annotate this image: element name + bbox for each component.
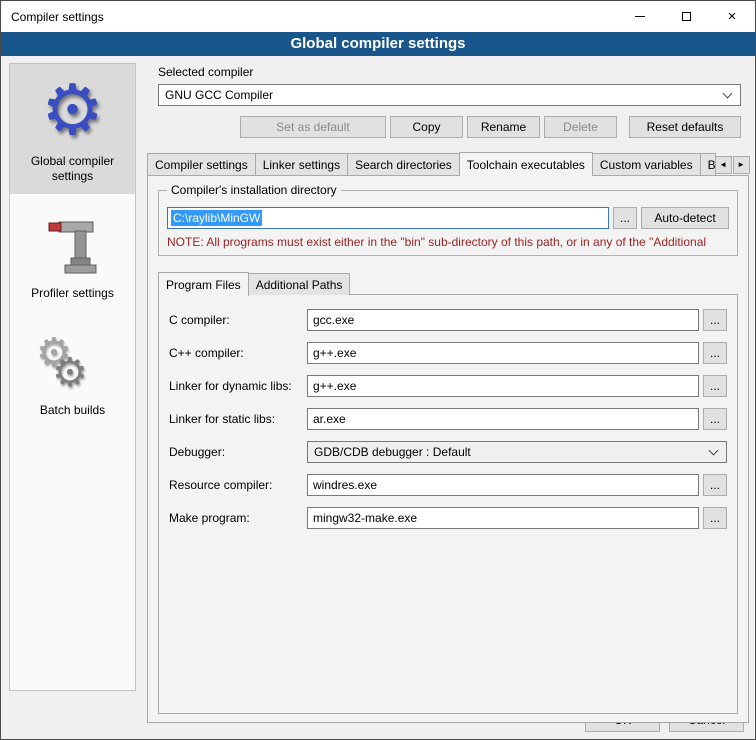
right-arrow-icon: ► (737, 160, 745, 169)
c-compiler-label: C compiler: (169, 313, 307, 327)
left-arrow-icon: ◄ (719, 160, 727, 169)
autodetect-button[interactable]: Auto-detect (641, 207, 729, 229)
static-linker-input[interactable] (307, 408, 699, 430)
maximize-button[interactable] (663, 1, 709, 32)
sidebar-item-batch-builds[interactable]: ⚙ ⚙ Batch builds (10, 325, 135, 428)
make-program-input[interactable] (307, 507, 699, 529)
tab-build-options[interactable]: Builc (700, 153, 716, 175)
field-row-static-linker: Linker for static libs: ... (169, 408, 727, 430)
dynamic-linker-browse-button[interactable]: ... (703, 375, 727, 397)
sidebar-item-label: Profiler settings (12, 286, 133, 301)
window-title: Compiler settings (1, 10, 617, 24)
sidebar-item-label: Global compiler settings (12, 154, 133, 184)
install-dir-value: C:\raylib\MinGW (171, 210, 262, 226)
sidebar-item-profiler-settings[interactable]: Profiler settings (10, 208, 135, 311)
installation-directory-group: Compiler's installation directory C:\ray… (158, 190, 738, 256)
compiler-settings-dialog: Compiler settings × Global compiler sett… (0, 0, 756, 740)
field-row-c-compiler: C compiler: ... (169, 309, 727, 331)
install-dir-input[interactable]: C:\raylib\MinGW (167, 207, 609, 229)
tab-search-directories[interactable]: Search directories (347, 153, 460, 175)
tab-compiler-settings[interactable]: Compiler settings (147, 153, 256, 175)
tab-custom-variables[interactable]: Custom variables (592, 153, 701, 175)
debugger-value: GDB/CDB debugger : Default (314, 445, 704, 459)
profiler-clamp-icon (45, 218, 101, 278)
settings-category-sidebar: ⚙ Global compiler settings Profiler sett… (9, 63, 136, 691)
debugger-label: Debugger: (169, 445, 307, 459)
field-row-resource-compiler: Resource compiler: ... (169, 474, 727, 496)
cpp-compiler-input[interactable] (307, 342, 699, 364)
dynamic-linker-label: Linker for dynamic libs: (169, 379, 307, 393)
tab-scroll-left-button[interactable]: ◄ (715, 156, 732, 174)
blue-gear-icon: ⚙ (41, 75, 104, 145)
resource-compiler-label: Resource compiler: (169, 478, 307, 492)
rename-button[interactable]: Rename (467, 116, 540, 138)
resource-compiler-browse-button[interactable]: ... (703, 474, 727, 496)
tab-additional-paths[interactable]: Additional Paths (248, 273, 351, 295)
tab-program-files[interactable]: Program Files (158, 272, 249, 296)
debugger-dropdown[interactable]: GDB/CDB debugger : Default (307, 441, 727, 463)
reset-defaults-button[interactable]: Reset defaults (629, 116, 741, 138)
chevron-down-icon (709, 445, 719, 455)
static-linker-label: Linker for static libs: (169, 412, 307, 426)
bin-subdirectory-note: NOTE: All programs must exist either in … (167, 235, 729, 249)
tab-linker-settings[interactable]: Linker settings (255, 153, 348, 175)
minimize-icon (635, 16, 645, 17)
close-button[interactable]: × (709, 1, 755, 32)
selected-compiler-label: Selected compiler (158, 65, 749, 79)
static-linker-browse-button[interactable]: ... (703, 408, 727, 430)
make-program-label: Make program: (169, 511, 307, 525)
sidebar-item-label: Batch builds (12, 403, 133, 418)
titlebar[interactable]: Compiler settings × (1, 1, 755, 32)
tab-toolchain-executables[interactable]: Toolchain executables (459, 152, 593, 176)
program-files-panel: C compiler: ... C++ compiler: ... Linker… (158, 294, 738, 714)
field-row-make-program: Make program: ... (169, 507, 727, 529)
toolchain-executables-panel: Compiler's installation directory C:\ray… (147, 175, 749, 723)
cpp-compiler-label: C++ compiler: (169, 346, 307, 360)
settings-tabbar: Compiler settings Linker settings Search… (147, 152, 749, 175)
cpp-compiler-browse-button[interactable]: ... (703, 342, 727, 364)
main-panel: Selected compiler GNU GCC Compiler Set a… (146, 61, 749, 701)
selected-compiler-dropdown[interactable]: GNU GCC Compiler (158, 84, 741, 106)
make-program-browse-button[interactable]: ... (703, 507, 727, 529)
page-title: Global compiler settings (1, 32, 755, 56)
c-compiler-browse-button[interactable]: ... (703, 309, 727, 331)
gear-icon: ⚙ (52, 353, 88, 393)
set-as-default-button[interactable]: Set as default (240, 116, 386, 138)
install-dir-browse-button[interactable]: ... (613, 207, 637, 229)
delete-button[interactable]: Delete (544, 116, 617, 138)
dynamic-linker-input[interactable] (307, 375, 699, 397)
maximize-icon (682, 12, 691, 21)
field-row-cpp-compiler: C++ compiler: ... (169, 342, 727, 364)
gray-gears-icon: ⚙ ⚙ (12, 333, 133, 397)
selected-compiler-value: GNU GCC Compiler (165, 88, 718, 102)
program-files-tabbar: Program Files Additional Paths (158, 272, 738, 295)
chevron-down-icon (723, 88, 733, 98)
field-row-debugger: Debugger: GDB/CDB debugger : Default (169, 441, 727, 463)
c-compiler-input[interactable] (307, 309, 699, 331)
resource-compiler-input[interactable] (307, 474, 699, 496)
installation-directory-group-title: Compiler's installation directory (167, 183, 341, 197)
minimize-button[interactable] (617, 1, 663, 32)
sidebar-item-global-compiler-settings[interactable]: ⚙ Global compiler settings (10, 64, 135, 194)
tab-scroll-right-button[interactable]: ► (733, 156, 750, 174)
close-icon: × (728, 9, 737, 24)
field-row-dynamic-linker: Linker for dynamic libs: ... (169, 375, 727, 397)
copy-button[interactable]: Copy (390, 116, 463, 138)
